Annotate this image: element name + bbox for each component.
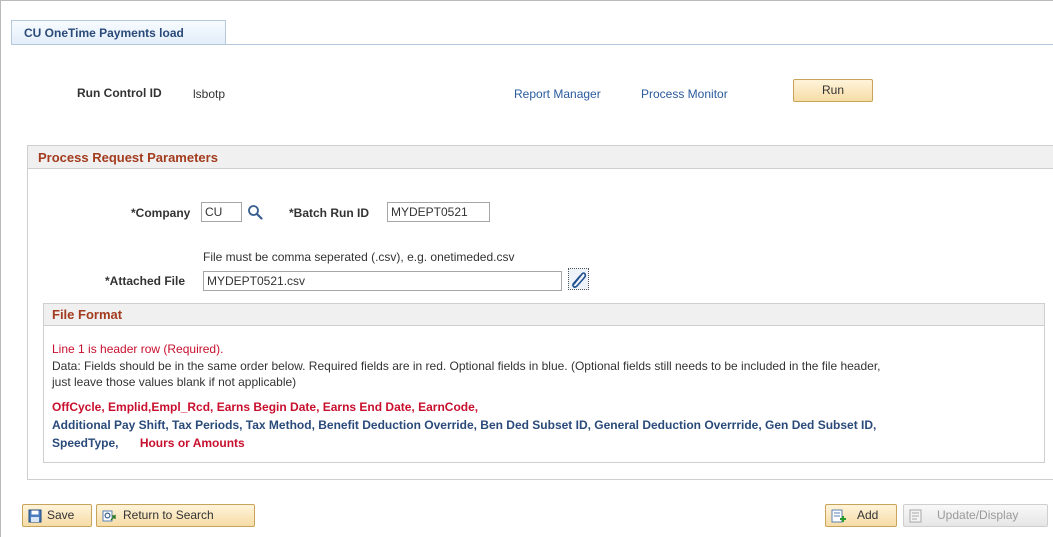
- attached-file-input[interactable]: MYDEPT0521.csv: [203, 271, 562, 291]
- run-control-value: lsbotp: [193, 87, 226, 101]
- data-instructions-line-2: just leave those values blank if not app…: [52, 375, 297, 389]
- add-label: Add: [857, 508, 879, 522]
- update-display-button: Update/Display: [903, 504, 1048, 527]
- header-row-note: Line 1 is header row (Required).: [52, 342, 224, 356]
- frame-top-border: [0, 0, 1053, 1]
- save-button[interactable]: Save: [22, 504, 92, 527]
- return-to-search-label: Return to Search: [123, 508, 214, 522]
- tab-underline: [11, 44, 1053, 45]
- return-arrow-icon: [102, 509, 117, 530]
- update-display-label: Update/Display: [937, 508, 1019, 522]
- speedtype-field: SpeedType,: [52, 436, 119, 450]
- optional-fields-row: Additional Pay Shift, Tax Periods, Tax M…: [52, 418, 877, 432]
- floppy-disk-icon: [28, 509, 42, 530]
- paperclip-icon[interactable]: [568, 268, 589, 290]
- file-format-box: File Format Line 1 is header row (Requir…: [43, 303, 1045, 463]
- run-control-label: Run Control ID: [77, 86, 162, 100]
- required-fields-row: OffCycle, Emplid,Empl_Rcd, Earns Begin D…: [52, 400, 479, 414]
- company-label-text: *Company: [131, 206, 191, 220]
- save-label: Save: [47, 508, 75, 522]
- batch-run-id-input[interactable]: MYDEPT0521: [387, 202, 490, 222]
- process-monitor-link[interactable]: Process Monitor: [641, 87, 728, 101]
- hours-or-amounts-field: Hours or Amounts: [139, 436, 245, 450]
- add-button[interactable]: Add: [825, 504, 897, 527]
- frame-left-border: [0, 0, 1, 537]
- file-hint-text: File must be comma seperated (.csv), e.g…: [203, 250, 515, 264]
- process-request-parameters-title: Process Request Parameters: [28, 146, 1053, 169]
- update-display-icon: [909, 509, 923, 530]
- add-document-icon: [831, 509, 847, 530]
- magnifier-icon[interactable]: [247, 204, 265, 221]
- company-input[interactable]: CU: [201, 202, 242, 222]
- data-instructions-line-1: Data: Fields should be in the same order…: [52, 359, 881, 373]
- tab-cu-onetime-payments[interactable]: CU OneTime Payments load: [11, 20, 226, 44]
- attached-file-label: *Attached File: [105, 274, 186, 288]
- return-to-search-button[interactable]: Return to Search: [96, 504, 255, 527]
- file-format-title: File Format: [44, 304, 1044, 326]
- report-manager-link[interactable]: Report Manager: [514, 87, 601, 101]
- batch-run-id-label: *Batch Run ID: [289, 206, 370, 220]
- run-button[interactable]: Run: [793, 79, 873, 102]
- company-label: *Company: [131, 206, 190, 220]
- fields-row-3: SpeedType, Hours or Amounts: [52, 436, 245, 450]
